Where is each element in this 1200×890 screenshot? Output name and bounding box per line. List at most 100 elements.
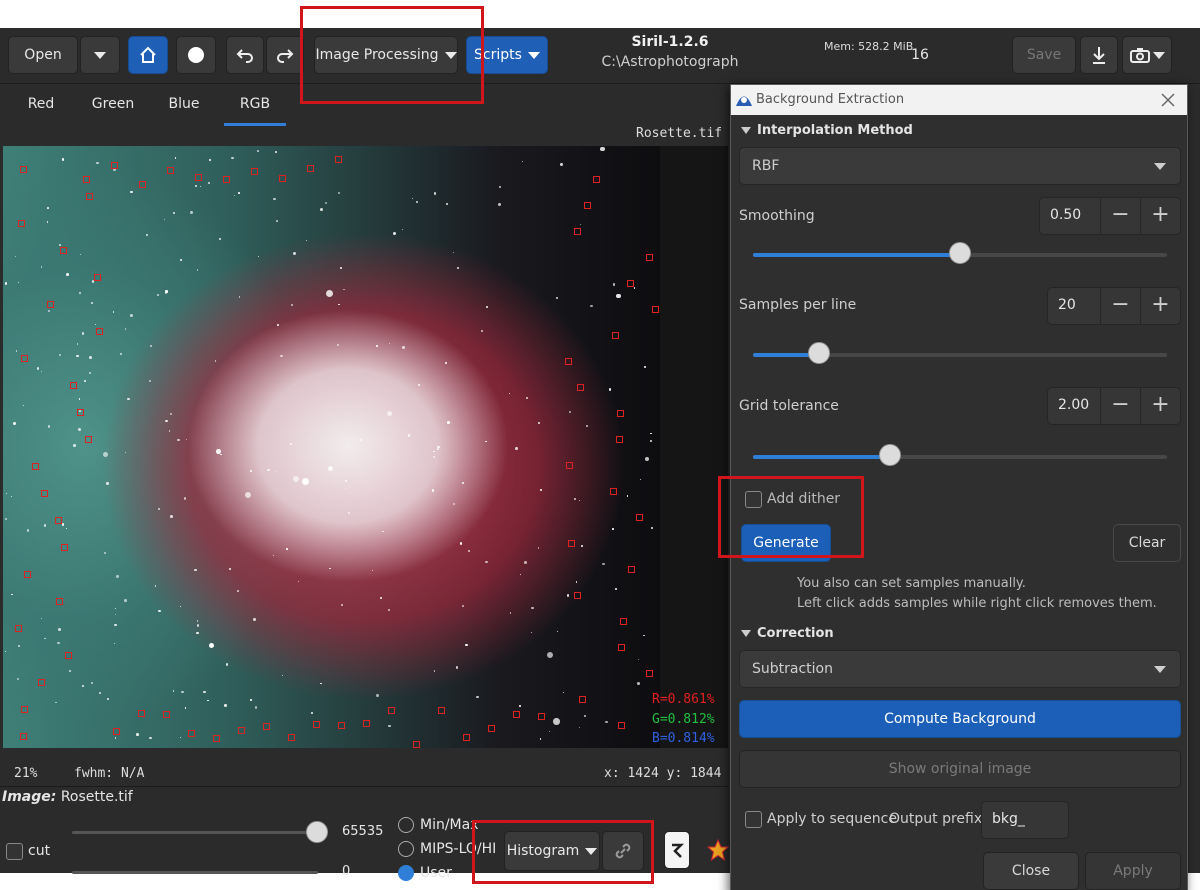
background-sample-marker[interactable] <box>617 410 625 417</box>
background-sample-marker[interactable] <box>646 254 654 261</box>
clear-button[interactable]: Clear <box>1113 524 1181 562</box>
scripts-menu[interactable]: Scripts <box>466 36 548 74</box>
background-sample-marker[interactable] <box>338 721 345 729</box>
background-sample-marker[interactable] <box>463 734 470 742</box>
smoothing-decrement-button[interactable]: − <box>1100 198 1140 234</box>
background-sample-marker[interactable] <box>163 710 170 718</box>
background-sample-marker[interactable] <box>615 436 623 443</box>
background-sample-marker[interactable] <box>438 707 445 715</box>
record-button[interactable] <box>176 36 216 74</box>
background-sample-marker[interactable] <box>54 517 62 524</box>
background-sample-marker[interactable] <box>513 711 520 719</box>
radio-minmax[interactable] <box>398 817 414 833</box>
background-sample-marker[interactable] <box>96 328 104 335</box>
background-sample-marker[interactable] <box>646 670 654 677</box>
correction-section-header[interactable]: Correction <box>741 626 834 641</box>
background-sample-marker[interactable] <box>568 540 576 547</box>
background-sample-marker[interactable] <box>31 463 39 470</box>
background-sample-marker[interactable] <box>40 490 48 497</box>
radio-user[interactable] <box>398 865 414 881</box>
background-sample-marker[interactable] <box>223 176 230 184</box>
background-sample-marker[interactable] <box>188 730 195 738</box>
background-sample-marker[interactable] <box>307 165 314 173</box>
background-sample-marker[interactable] <box>592 176 600 183</box>
tolerance-slider[interactable] <box>753 444 1167 466</box>
background-sample-marker[interactable] <box>574 228 582 235</box>
background-sample-marker[interactable] <box>617 644 625 651</box>
background-sample-marker[interactable] <box>56 598 64 605</box>
smoothing-slider-knob[interactable] <box>949 242 971 264</box>
background-sample-marker[interactable] <box>47 301 55 308</box>
image-processing-menu[interactable]: Image Processing <box>314 36 458 74</box>
background-sample-marker[interactable] <box>85 436 93 443</box>
background-sample-marker[interactable] <box>21 706 29 713</box>
background-sample-marker[interactable] <box>195 173 202 181</box>
interpolation-section-header[interactable]: Interpolation Method <box>741 123 913 138</box>
background-sample-marker[interactable] <box>24 571 32 578</box>
background-sample-marker[interactable] <box>93 274 101 281</box>
background-sample-marker[interactable] <box>86 193 94 200</box>
smoothing-slider[interactable] <box>753 242 1167 264</box>
smoothing-increment-button[interactable]: + <box>1140 198 1180 234</box>
background-sample-marker[interactable] <box>413 740 420 748</box>
background-sample-marker[interactable] <box>111 161 118 169</box>
recent-files-dropdown[interactable] <box>80 36 120 74</box>
smoothing-spinner[interactable]: 0.50 − + <box>1039 197 1181 235</box>
background-sample-marker[interactable] <box>251 168 258 176</box>
background-sample-marker[interactable] <box>238 726 245 734</box>
undo-button[interactable] <box>226 36 264 74</box>
compute-background-button[interactable]: Compute Background <box>739 700 1181 738</box>
tolerance-spinner[interactable]: 2.00 − + <box>1047 387 1181 425</box>
background-sample-marker[interactable] <box>138 709 145 717</box>
image-canvas[interactable] <box>3 146 660 748</box>
background-sample-marker[interactable] <box>626 280 634 287</box>
background-sample-marker[interactable] <box>83 175 90 183</box>
background-sample-marker[interactable] <box>576 384 584 391</box>
interpolation-method-select[interactable]: RBF <box>739 147 1181 185</box>
close-button[interactable]: Close <box>983 852 1079 890</box>
background-sample-marker[interactable] <box>363 719 370 727</box>
background-sample-marker[interactable] <box>288 733 295 741</box>
background-sample-marker[interactable] <box>20 733 28 740</box>
add-dither-checkbox[interactable] <box>745 491 762 508</box>
background-sample-marker[interactable] <box>335 156 342 164</box>
background-sample-marker[interactable] <box>636 514 644 521</box>
chart-button[interactable] <box>664 831 690 869</box>
tab-rgb[interactable]: RGB <box>224 84 286 126</box>
samples-slider-knob[interactable] <box>808 342 831 364</box>
radio-mips[interactable] <box>398 841 414 857</box>
show-original-button[interactable]: Show original image <box>739 750 1181 788</box>
high-slider-knob[interactable] <box>306 821 328 843</box>
display-mode-dropdown[interactable]: Histogram <box>504 831 600 871</box>
output-prefix-input[interactable]: bkg_ <box>981 801 1069 839</box>
background-sample-marker[interactable] <box>583 202 591 209</box>
samples-spinner[interactable]: 20 − + <box>1047 287 1181 325</box>
redo-button[interactable] <box>266 36 304 74</box>
background-sample-marker[interactable] <box>60 544 68 551</box>
cut-checkbox[interactable] <box>6 843 23 860</box>
background-sample-marker[interactable] <box>15 625 22 632</box>
home-button[interactable] <box>128 36 168 74</box>
background-sample-marker[interactable] <box>65 652 73 659</box>
samples-decrement-button[interactable]: − <box>1100 288 1140 324</box>
correction-type-select[interactable]: Subtraction <box>739 650 1181 688</box>
samples-increment-button[interactable]: + <box>1140 288 1180 324</box>
background-sample-marker[interactable] <box>77 409 85 416</box>
background-sample-marker[interactable] <box>17 220 25 227</box>
generate-button[interactable]: Generate <box>741 524 831 562</box>
background-sample-marker[interactable] <box>566 462 574 469</box>
background-sample-marker[interactable] <box>388 706 395 714</box>
background-sample-marker[interactable] <box>37 679 45 686</box>
background-sample-marker[interactable] <box>488 724 495 732</box>
background-sample-marker[interactable] <box>619 618 627 625</box>
background-sample-marker[interactable] <box>610 488 618 495</box>
output-prefix-value[interactable]: bkg_ <box>992 811 1025 827</box>
open-button[interactable]: Open <box>8 36 78 74</box>
save-as-button[interactable] <box>1080 36 1118 74</box>
tolerance-decrement-button[interactable]: − <box>1100 388 1140 424</box>
snapshot-button[interactable] <box>1122 36 1172 74</box>
samples-slider[interactable] <box>753 342 1167 364</box>
tab-red[interactable]: Red <box>18 84 64 126</box>
tab-blue[interactable]: Blue <box>160 84 208 126</box>
link-channels-button[interactable] <box>602 831 644 871</box>
